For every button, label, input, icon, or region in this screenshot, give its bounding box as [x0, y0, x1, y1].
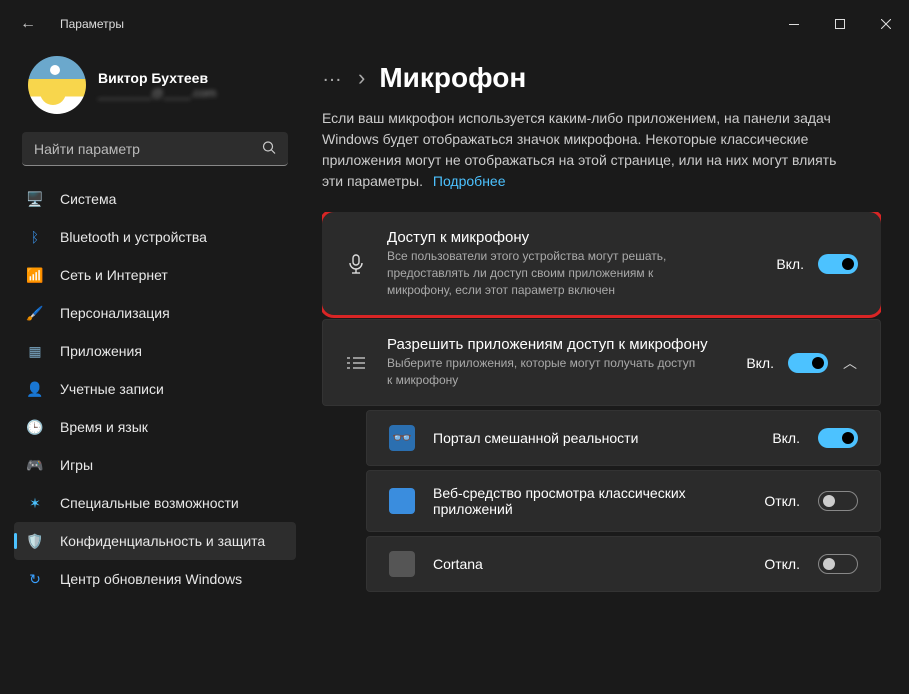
- sidebar-item-label: Время и язык: [60, 419, 148, 435]
- personalization-icon: 🖌️: [26, 304, 44, 322]
- search-input[interactable]: [22, 132, 288, 166]
- games-icon: 🎮: [26, 456, 44, 474]
- sidebar-item-update[interactable]: ↻ Центр обновления Windows: [14, 560, 296, 598]
- mic-access-title: Доступ к микрофону: [387, 229, 756, 246]
- sidebar-item-privacy[interactable]: 🛡️ Конфиденциальность и защита: [14, 522, 296, 560]
- apps-access-title: Разрешить приложениям доступ к микрофону: [387, 336, 726, 353]
- mic-access-sub: Все пользователи этого устройства могут …: [387, 248, 697, 298]
- chevron-up-icon[interactable]: ︿: [842, 353, 858, 373]
- nav-list: 🖥️ Системаᛒ Bluetooth и устройства📶 Сеть…: [8, 180, 302, 608]
- learn-more-link[interactable]: Подробнее: [433, 173, 506, 189]
- sidebar-item-accounts[interactable]: 👤 Учетные записи: [14, 370, 296, 408]
- app-icon: 👓: [389, 425, 415, 451]
- profile-block[interactable]: Виктор Бухтеев ________@____.com: [8, 48, 302, 132]
- sidebar-item-label: Центр обновления Windows: [60, 571, 242, 587]
- mic-access-toggle[interactable]: [818, 254, 858, 274]
- app-icon: [389, 551, 415, 577]
- system-icon: 🖥️: [26, 190, 44, 208]
- sidebar-item-label: Учетные записи: [60, 381, 164, 397]
- back-button[interactable]: ←: [20, 15, 36, 33]
- setting-apps-access[interactable]: Разрешить приложениям доступ к микрофону…: [322, 319, 881, 406]
- sidebar-item-system[interactable]: 🖥️ Система: [14, 180, 296, 218]
- app-state-label: Вкл.: [772, 430, 800, 446]
- sidebar-item-label: Специальные возможности: [60, 495, 239, 511]
- sidebar-item-label: Конфиденциальность и защита: [60, 533, 265, 549]
- profile-email: ________@____.com: [98, 86, 216, 100]
- app-toggle[interactable]: [818, 491, 858, 511]
- microphone-icon: [345, 254, 367, 274]
- app-title: Параметры: [60, 17, 124, 31]
- sidebar-item-label: Сеть и Интернет: [60, 267, 168, 283]
- network-icon: 📶: [26, 266, 44, 284]
- app-state-label: Откл.: [764, 493, 800, 509]
- apps-icon: ▦: [26, 342, 44, 360]
- search-icon: [262, 141, 276, 158]
- accessibility-icon: ✶: [26, 494, 44, 512]
- sidebar-item-label: Система: [60, 191, 116, 207]
- app-row[interactable]: Cortana Откл.: [366, 536, 881, 592]
- app-toggle[interactable]: [818, 428, 858, 448]
- close-button[interactable]: [863, 8, 909, 40]
- sidebar-item-personalization[interactable]: 🖌️ Персонализация: [14, 294, 296, 332]
- breadcrumb-separator: ›: [358, 65, 365, 91]
- apps-access-toggle[interactable]: [788, 353, 828, 373]
- maximize-button[interactable]: [817, 8, 863, 40]
- update-icon: ↻: [26, 570, 44, 588]
- breadcrumb-more-icon[interactable]: …: [322, 64, 344, 93]
- main-content: … › Микрофон Если ваш микрофон используе…: [310, 48, 909, 694]
- sidebar-item-bluetooth[interactable]: ᛒ Bluetooth и устройства: [14, 218, 296, 256]
- apps-list-icon: [345, 356, 367, 370]
- sidebar-item-label: Приложения: [60, 343, 142, 359]
- accounts-icon: 👤: [26, 380, 44, 398]
- mic-access-state: Вкл.: [776, 256, 804, 272]
- sidebar-item-label: Bluetooth и устройства: [60, 229, 207, 245]
- sidebar-item-label: Игры: [60, 457, 93, 473]
- profile-name: Виктор Бухтеев: [98, 70, 216, 86]
- app-state-label: Откл.: [764, 556, 800, 572]
- sidebar-item-network[interactable]: 📶 Сеть и Интернет: [14, 256, 296, 294]
- sidebar-item-label: Персонализация: [60, 305, 170, 321]
- sidebar-item-games[interactable]: 🎮 Игры: [14, 446, 296, 484]
- sidebar-item-accessibility[interactable]: ✶ Специальные возможности: [14, 484, 296, 522]
- sidebar: Виктор Бухтеев ________@____.com 🖥️ Сист…: [0, 48, 310, 694]
- minimize-button[interactable]: [771, 8, 817, 40]
- setting-mic-access[interactable]: Доступ к микрофону Все пользователи этог…: [322, 212, 881, 315]
- sidebar-item-apps[interactable]: ▦ Приложения: [14, 332, 296, 370]
- apps-access-state: Вкл.: [746, 355, 774, 371]
- avatar: [28, 56, 86, 114]
- app-icon: [389, 488, 415, 514]
- app-toggle[interactable]: [818, 554, 858, 574]
- sidebar-item-timelang[interactable]: 🕒 Время и язык: [14, 408, 296, 446]
- apps-access-sub: Выберите приложения, которые могут получ…: [387, 355, 697, 389]
- page-title: Микрофон: [379, 62, 526, 94]
- bluetooth-icon: ᛒ: [26, 228, 44, 246]
- app-row[interactable]: Веб-средство просмотра классических прил…: [366, 470, 881, 532]
- app-row[interactable]: 👓 Портал смешанной реальности Вкл.: [366, 410, 881, 466]
- page-description: Если ваш микрофон используется каким-либ…: [322, 108, 857, 192]
- timelang-icon: 🕒: [26, 418, 44, 436]
- privacy-icon: 🛡️: [26, 532, 44, 550]
